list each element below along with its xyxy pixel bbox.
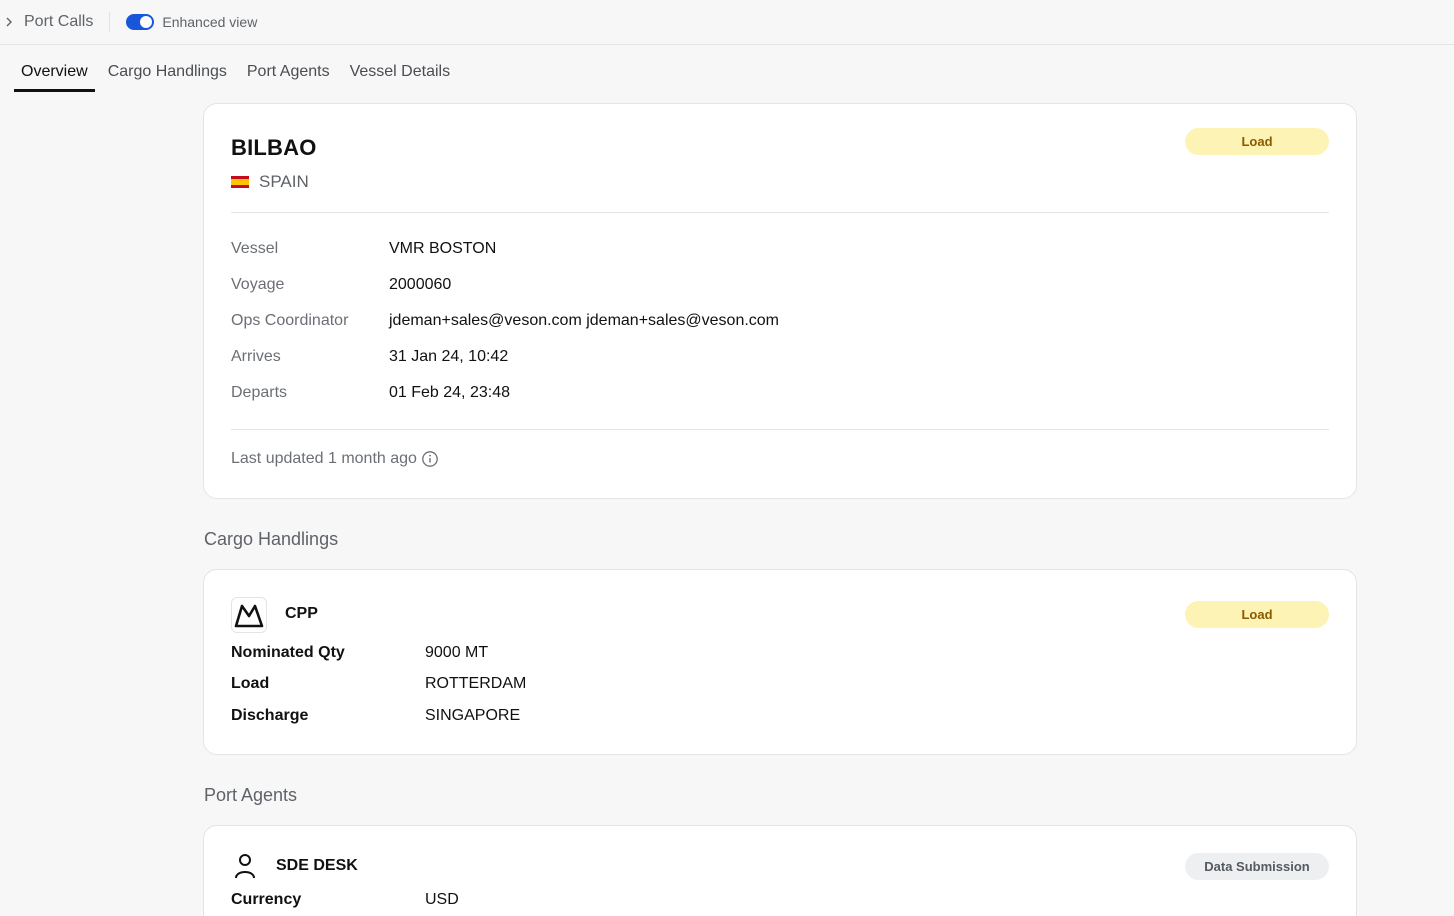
last-updated: Last updated 1 month ago [231, 450, 439, 468]
port-country: SPAIN [231, 172, 309, 192]
section-title-port-agents: Port Agents [204, 785, 298, 805]
cargo-mountain-icon [231, 597, 267, 633]
divider [231, 212, 1329, 213]
field-label: Voyage [231, 276, 285, 293]
section-title-cargo-handlings: Cargo Handlings [204, 529, 339, 549]
last-updated-text: Last updated 1 month ago [231, 450, 417, 467]
agent-name: SDE DESK [276, 857, 358, 874]
divider [109, 12, 111, 32]
field-value: ROTTERDAM [425, 675, 527, 692]
field-label: Load [231, 675, 270, 692]
field-value: 31 Jan 24, 10:42 [389, 348, 509, 365]
field-value: 2000060 [389, 276, 452, 293]
tab-vessel-details[interactable]: Vessel Details [343, 45, 458, 92]
field-row-nominated-qty: Nominated Qty 9000 MT [231, 644, 488, 662]
field-label: Nominated Qty [231, 644, 345, 661]
enhanced-view-control: Enhanced view [126, 14, 257, 30]
cargo-name: CPP [285, 605, 318, 622]
field-label: Currency [231, 891, 302, 908]
person-icon [233, 853, 257, 879]
field-value: USD [425, 891, 459, 908]
breadcrumb-label: Port Calls [24, 13, 94, 30]
enhanced-view-label: Enhanced view [162, 14, 258, 30]
field-row-discharge: Discharge SINGAPORE [231, 707, 520, 725]
field-label: Arrives [231, 348, 281, 365]
field-value: jdeman+sales@veson.com jdeman+sales@veso… [389, 312, 780, 329]
info-icon[interactable] [421, 450, 439, 468]
cargo-handling-card[interactable]: Load CPP Nominated Qty 9000 MT Load ROTT… [203, 569, 1357, 755]
country-name: SPAIN [259, 172, 309, 191]
status-badge: Load [1185, 128, 1329, 155]
field-label: Discharge [231, 707, 309, 724]
tab-overview[interactable]: Overview [14, 45, 95, 92]
field-row-departs: Departs 01 Feb 24, 23:48 [231, 384, 510, 402]
field-row-load: Load ROTTERDAM [231, 675, 526, 693]
top-bar: Port Calls Enhanced view [0, 0, 1454, 45]
field-label: Ops Coordinator [231, 312, 349, 329]
spain-flag-icon [231, 176, 249, 188]
field-row-currency: Currency USD [231, 891, 459, 909]
tab-port-agents[interactable]: Port Agents [240, 45, 337, 92]
field-value: SINGAPORE [425, 707, 521, 724]
field-row-vessel: Vessel VMR BOSTON [231, 240, 496, 258]
field-label: Departs [231, 384, 288, 401]
field-row-ops-coordinator: Ops Coordinator jdeman+sales@veson.com j… [231, 312, 779, 330]
port-overview-card: Load BILBAO SPAIN Vessel VMR BOSTON Voya… [203, 103, 1357, 499]
field-row-voyage: Voyage 2000060 [231, 276, 451, 294]
port-agent-card[interactable]: Data Submission SDE DESK Currency USD [203, 825, 1357, 916]
breadcrumb-port-calls[interactable]: Port Calls [4, 13, 93, 31]
field-value: 01 Feb 24, 23:48 [389, 384, 510, 401]
field-value: 9000 MT [425, 644, 489, 661]
field-label: Vessel [231, 240, 279, 257]
field-value: VMR BOSTON [389, 240, 497, 257]
divider [231, 429, 1329, 430]
enhanced-view-toggle[interactable] [126, 14, 155, 30]
port-name: BILBAO [231, 135, 317, 160]
chevron-right-icon [6, 17, 12, 27]
status-badge: Data Submission [1185, 853, 1329, 880]
status-badge: Load [1185, 601, 1329, 628]
tab-cargo-handlings[interactable]: Cargo Handlings [101, 45, 234, 92]
tab-bar: Overview Cargo Handlings Port Agents Ves… [0, 45, 1454, 92]
field-row-arrives: Arrives 31 Jan 24, 10:42 [231, 348, 508, 366]
